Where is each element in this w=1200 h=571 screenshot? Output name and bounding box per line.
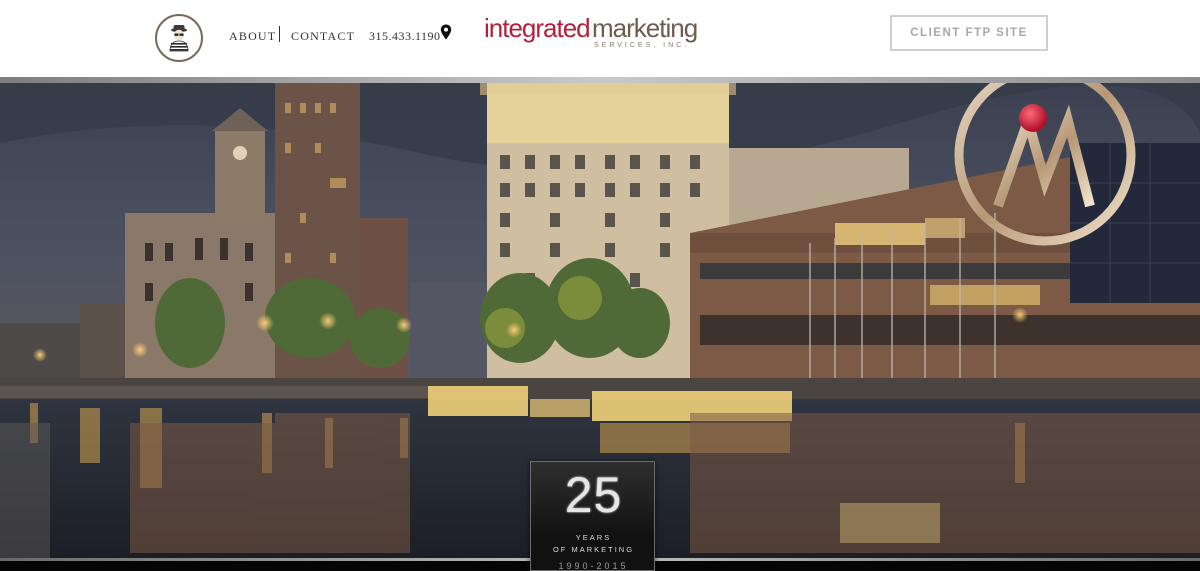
badge-date-range: 1990-2015 bbox=[558, 561, 629, 571]
badge-years-number: 25 bbox=[564, 467, 623, 523]
brand-word-marketing: marketing bbox=[592, 13, 698, 43]
brand-subtitle: SERVICES, INC. bbox=[594, 42, 690, 49]
phone-number[interactable]: 315.433.1190 bbox=[369, 29, 441, 44]
nav-contact-link[interactable]: CONTACT bbox=[291, 29, 355, 44]
brand-word-integrated: integrated bbox=[484, 13, 591, 43]
mascot-logo-icon[interactable] bbox=[155, 14, 203, 62]
nav-about-link[interactable]: ABOUT bbox=[229, 29, 276, 44]
anniversary-badge: 25 YEARS OF MARKETING 1990-2015 bbox=[530, 461, 655, 571]
badge-marketing-label: OF MARKETING bbox=[552, 545, 635, 554]
client-ftp-button[interactable]: CLIENT FTP SITE bbox=[890, 15, 1048, 51]
site-header: ABOUT CONTACT 315.433.1190 integrated ma… bbox=[0, 0, 1200, 77]
brand-logo[interactable]: integrated marketing SERVICES, INC. bbox=[484, 13, 704, 53]
nav-divider bbox=[279, 26, 280, 42]
map-pin-icon[interactable] bbox=[440, 24, 452, 40]
badge-years-label: YEARS bbox=[575, 533, 612, 542]
